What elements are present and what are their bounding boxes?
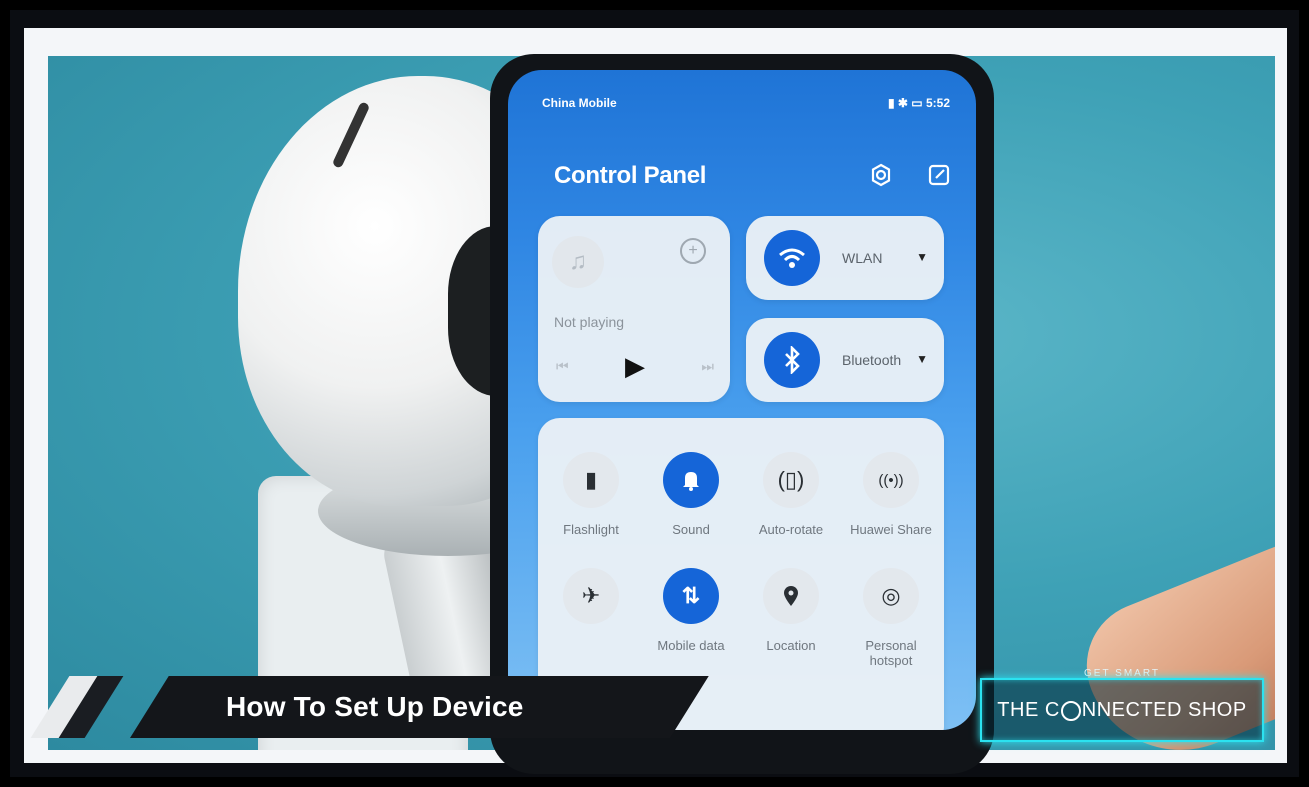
toggle-sound[interactable]: Sound (646, 452, 736, 537)
media-status: Not playing (554, 314, 625, 330)
hotspot-icon: ◎ (863, 568, 919, 624)
toggle-label: Auto-rotate (758, 522, 824, 537)
brand-name-end: NNECTED SHOP (1081, 698, 1247, 721)
phone-screen: China Mobile ▮ ✱ ▭ 5:52 Control Panel ♫ … (508, 70, 976, 730)
wlan-label: WLAN (842, 249, 883, 266)
clock-label: ▮ ✱ ▭ 5:52 (887, 96, 950, 110)
chevron-down-icon[interactable]: ▼ (916, 352, 928, 366)
airplane-icon: ✈ (563, 568, 619, 624)
edit-icon[interactable] (924, 160, 954, 190)
wifi-icon[interactable] (764, 230, 820, 286)
previous-icon[interactable]: ⏮ (556, 358, 569, 375)
toggle-label: Mobile data (657, 638, 725, 653)
toggle-label: Flashlight (563, 522, 619, 537)
mobile-data-icon: ⇅ (663, 568, 719, 624)
toggle-flashlight[interactable]: ▮ Flashlight (546, 452, 636, 537)
brand-o-icon (1060, 701, 1081, 721)
bluetooth-label: Bluetooth (842, 351, 902, 368)
next-icon[interactable]: ⏭ (701, 358, 714, 375)
carrier-label: China Mobile (542, 96, 617, 110)
bluetooth-icon[interactable] (764, 332, 820, 388)
toggle-mobile-data[interactable]: ⇅ Mobile data (646, 568, 736, 653)
bell-icon (663, 452, 719, 508)
toggle-label: Location (766, 638, 816, 653)
status-bar: China Mobile ▮ ✱ ▭ 5:52 (542, 92, 950, 114)
location-pin-icon (763, 568, 819, 624)
toggle-airplane[interactable]: ✈ (546, 568, 636, 638)
bluetooth-tile[interactable]: Bluetooth ▼ (746, 318, 944, 402)
page-title: Control Panel (554, 162, 707, 189)
toggle-label: Sound (672, 522, 710, 537)
toggle-label: Huawei Share (850, 522, 932, 537)
brand-name-start: THE C (997, 698, 1060, 721)
music-note-icon: ♫ (552, 236, 604, 288)
toggle-location[interactable]: Location (746, 568, 836, 653)
toggle-huawei-share[interactable]: ((•)) Huawei Share (846, 452, 936, 537)
chevron-down-icon[interactable]: ▼ (916, 250, 928, 264)
add-circle-icon[interactable]: + (680, 238, 706, 264)
lower-third-title: How To Set Up Device (226, 691, 524, 722)
header-actions (866, 160, 954, 190)
toggle-auto-rotate[interactable]: (▯) Auto-rotate (746, 452, 836, 537)
brand-logo: THE C NNECTED SHOP (980, 678, 1264, 742)
play-icon[interactable]: ▶ (625, 351, 645, 382)
media-card[interactable]: ♫ + Not playing ⏮ ▶ ⏭ (538, 216, 730, 402)
toggle-label: Personal hotspot (865, 638, 917, 668)
toggle-personal-hotspot[interactable]: ◎ Personal hotspot (846, 568, 936, 668)
share-wave-icon: ((•)) (863, 452, 919, 508)
flashlight-icon: ▮ (563, 452, 619, 508)
media-controls: ⏮ ▶ ⏭ (556, 351, 714, 382)
settings-icon[interactable] (866, 160, 896, 190)
wlan-tile[interactable]: WLAN ▼ (746, 216, 944, 300)
rotate-icon: (▯) (763, 452, 819, 508)
